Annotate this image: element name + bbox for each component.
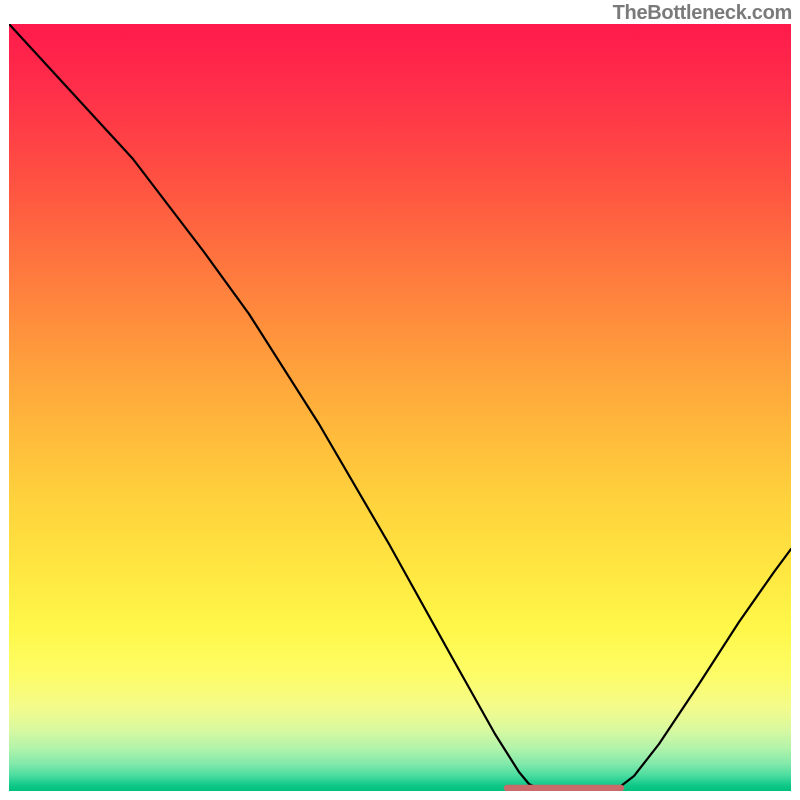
chart-canvas: TheBottleneck.com <box>0 0 800 800</box>
plot-area <box>9 24 791 791</box>
watermark-text: TheBottleneck.com <box>613 2 792 25</box>
curve-svg <box>9 24 791 791</box>
bottleneck-curve <box>9 24 791 788</box>
